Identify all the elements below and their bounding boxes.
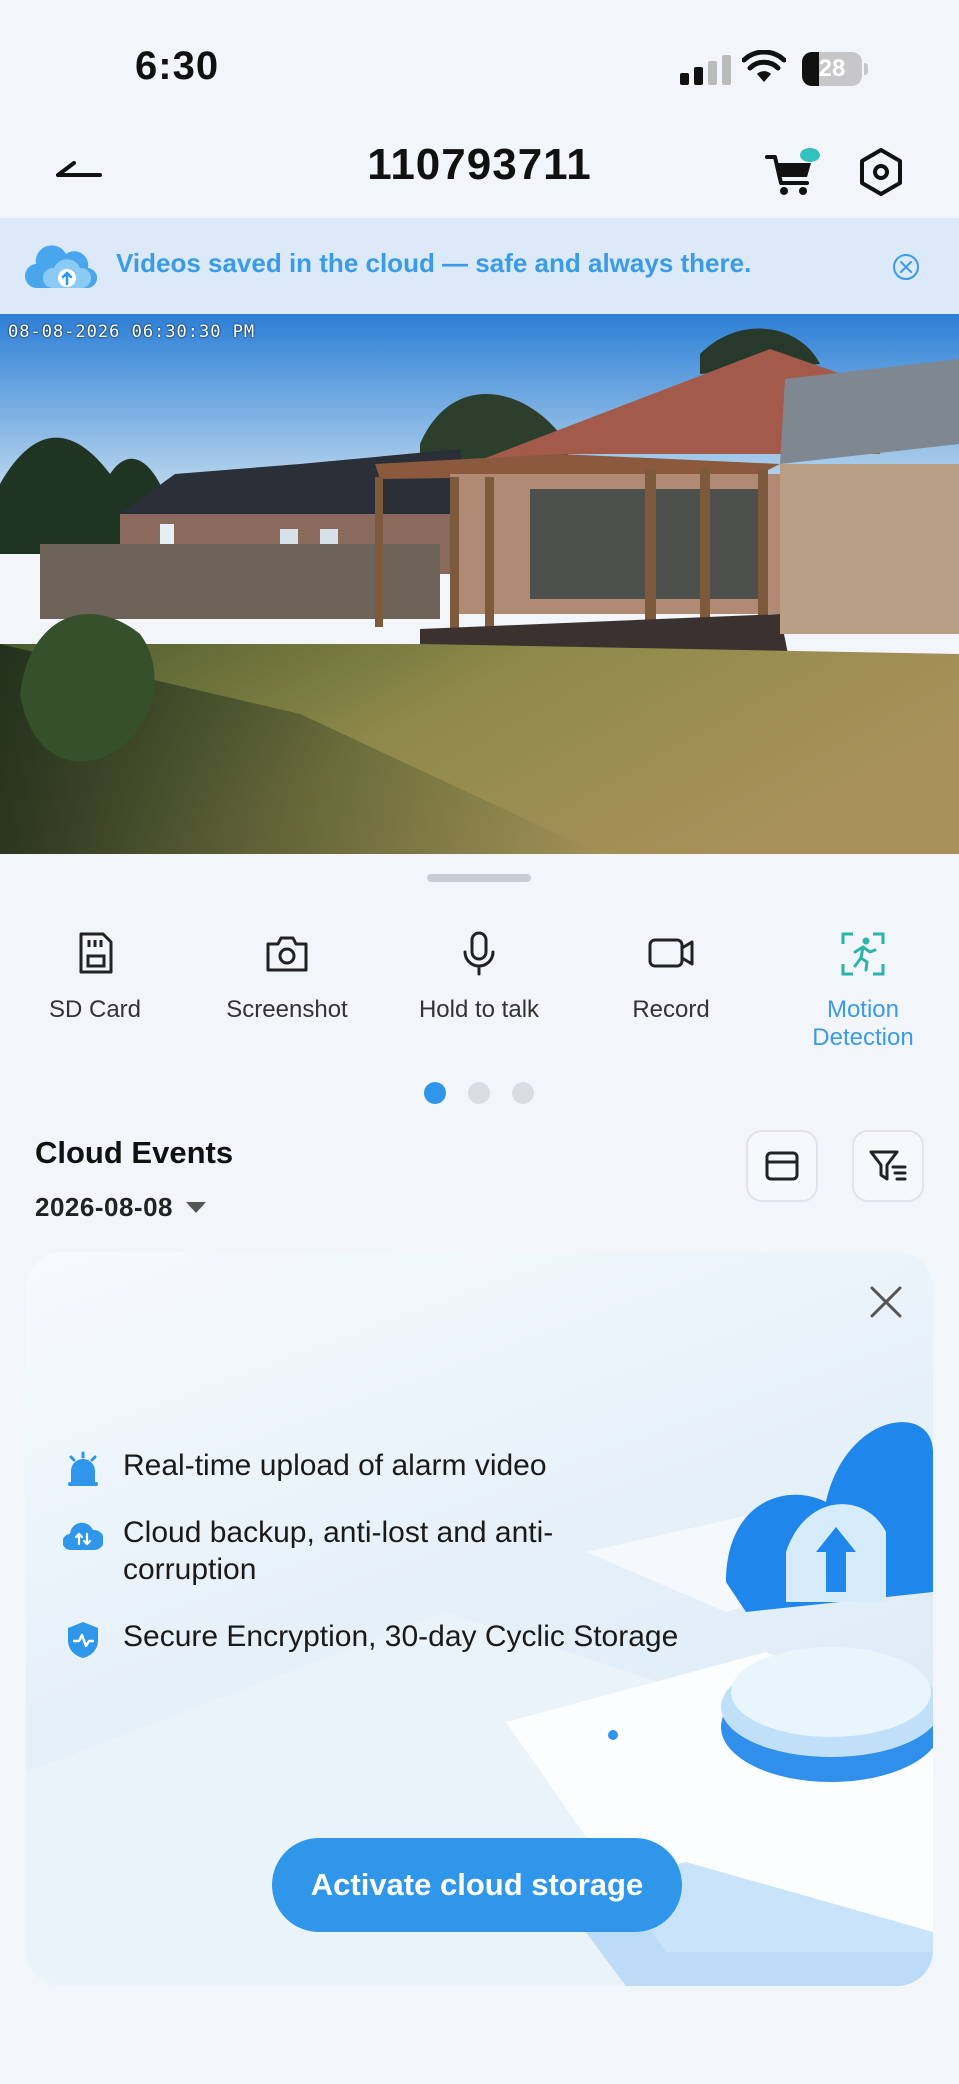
cellular-signal-icon xyxy=(680,55,731,85)
feature-item: Real-time upload of alarm video xyxy=(61,1447,547,1491)
sd-card-label: SD Card xyxy=(48,996,142,1023)
record-label: Record xyxy=(632,996,710,1023)
shield-icon xyxy=(61,1618,105,1662)
alarm-icon xyxy=(61,1447,105,1491)
cart-button[interactable] xyxy=(763,145,823,201)
motion-detection-label: Motion Detection xyxy=(773,996,953,1052)
caret-down-icon xyxy=(186,1201,206,1213)
page-dot-2[interactable] xyxy=(468,1082,490,1104)
backyard-camera-image xyxy=(0,314,959,854)
feature-item: Cloud backup, anti-lost and anti-corrupt… xyxy=(61,1514,621,1588)
motion-label-line1: Motion xyxy=(826,996,900,1023)
event-date: 2026-08-08 xyxy=(35,1192,173,1222)
page-dot-1[interactable] xyxy=(424,1082,446,1104)
video-timestamp: 08-08-2026 06:30:30 PM xyxy=(8,322,256,342)
screenshot-button[interactable]: Screenshot xyxy=(197,930,377,1024)
view-toggle-button[interactable] xyxy=(746,1130,818,1202)
sd-card-icon xyxy=(79,932,113,974)
filter-icon xyxy=(869,1150,907,1181)
settings-button[interactable] xyxy=(857,146,905,198)
banner-text: Videos saved in the cloud — safe and alw… xyxy=(116,248,752,278)
wifi-icon xyxy=(741,49,787,89)
feature-text: Secure Encryption, 30-day Cyclic Storage xyxy=(123,1620,679,1653)
motion-detection-button[interactable]: Motion Detection xyxy=(773,930,953,1052)
screenshot-label: Screenshot xyxy=(226,996,348,1023)
hold-to-talk-button[interactable]: Hold to talk xyxy=(389,930,569,1024)
promo-close-button[interactable] xyxy=(866,1282,906,1322)
record-button[interactable]: Record xyxy=(581,930,761,1024)
hold-to-talk-label: Hold to talk xyxy=(418,996,540,1023)
close-icon xyxy=(870,1286,902,1318)
camera-icon xyxy=(266,936,308,972)
date-selector[interactable]: 2026-08-08 xyxy=(35,1192,207,1223)
banner-close-button[interactable] xyxy=(892,253,920,281)
hexagon-settings-icon xyxy=(860,148,902,196)
cart-icon xyxy=(765,148,820,195)
close-circle-icon xyxy=(893,254,919,280)
feature-item: Secure Encryption, 30-day Cyclic Storage xyxy=(61,1618,678,1662)
card-view-icon xyxy=(765,1151,799,1181)
drag-handle[interactable] xyxy=(427,874,531,882)
motion-detection-icon xyxy=(841,932,885,976)
cloud-storage-promo-card: Real-time upload of alarm video Cloud ba… xyxy=(26,1252,933,1986)
status-time: 6:30 xyxy=(135,44,220,88)
microphone-icon xyxy=(463,931,495,976)
cloud-events-title: Cloud Events xyxy=(35,1135,234,1170)
video-camera-icon xyxy=(648,938,694,968)
feature-text: Real-time upload of alarm video xyxy=(123,1449,547,1482)
cloud-banner[interactable]: Videos saved in the cloud — safe and alw… xyxy=(0,218,959,314)
battery-level: 28 xyxy=(818,55,846,82)
page-dot-3[interactable] xyxy=(512,1082,534,1104)
battery-icon: 28 xyxy=(802,52,868,86)
cloud-upload-icon xyxy=(22,240,100,294)
live-camera-view[interactable]: 08-08-2026 06:30:30 PM xyxy=(0,314,959,854)
activate-cloud-storage-button[interactable]: Activate cloud storage xyxy=(272,1838,682,1932)
motion-label-line2: Detection xyxy=(812,1024,914,1051)
cloud-backup-icon xyxy=(61,1514,105,1558)
sd-card-button[interactable]: SD Card xyxy=(5,930,185,1024)
page-indicator xyxy=(424,1082,534,1104)
feature-text: Cloud backup, anti-lost and anti-corrupt… xyxy=(123,1516,554,1586)
filter-button[interactable] xyxy=(852,1130,924,1202)
